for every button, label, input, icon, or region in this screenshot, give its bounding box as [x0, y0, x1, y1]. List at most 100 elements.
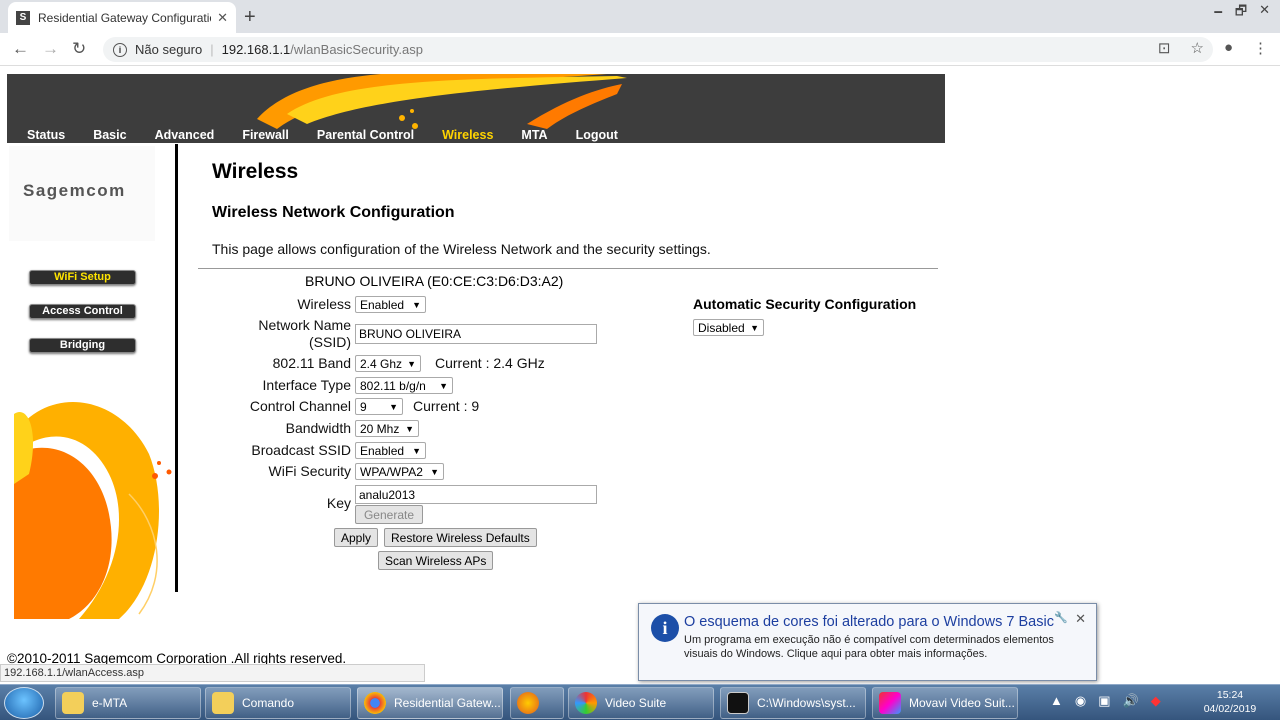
system-notification[interactable]: i O esquema de cores foi alterado para o…	[638, 603, 1097, 681]
wifi-security-select[interactable]: WPA/WPA2 ▼	[355, 463, 444, 480]
dropdown-arrow-icon: ▼	[405, 423, 414, 434]
key-input[interactable]: analu2013	[355, 485, 597, 504]
dropdown-arrow-icon: ▼	[412, 445, 421, 456]
profile-icon[interactable]: ●	[1224, 39, 1233, 57]
nav-status[interactable]: Status	[27, 128, 65, 142]
volume-icon[interactable]: 🔊	[1123, 693, 1139, 709]
status-bar-url: 192.168.1.1/wlanAccess.asp	[0, 664, 425, 682]
bandwidth-select[interactable]: 20 Mhz ▼	[355, 420, 419, 437]
taskbar-label: Residential Gatew...	[394, 696, 501, 710]
restore-defaults-button[interactable]: Restore Wireless Defaults	[384, 528, 537, 547]
device-name: BRUNO OLIVEIRA (E0:CE:C3:D6:D3:A2)	[305, 273, 564, 289]
minimize-icon[interactable]: 🗕	[1214, 2, 1223, 24]
ssid-input[interactable]: BRUNO OLIVEIRA	[355, 324, 597, 344]
back-icon[interactable]: ←	[12, 39, 29, 59]
network-icon[interactable]: ◉	[1075, 693, 1086, 709]
info-icon[interactable]: i	[113, 42, 127, 57]
auto-security-value: Disabled	[698, 320, 745, 335]
nav-wireless[interactable]: Wireless	[442, 128, 493, 142]
broadcast-ssid-value: Enabled	[360, 443, 405, 458]
terminal-icon	[727, 692, 749, 714]
generate-button[interactable]: Generate	[355, 505, 423, 524]
device-icon[interactable]: ▣	[1098, 693, 1110, 709]
chrome-icon	[364, 692, 386, 714]
taskbar-item-movavi[interactable]: Movavi Video Suit...	[872, 687, 1018, 719]
page-title: Wireless	[212, 160, 299, 183]
firefox-icon	[517, 692, 539, 714]
dropdown-arrow-icon: ▼	[750, 322, 759, 333]
wireless-select[interactable]: Enabled ▼	[355, 296, 426, 313]
taskbar-label: Movavi Video Suit...	[909, 696, 1015, 710]
reload-icon[interactable]: ↻	[72, 39, 86, 59]
start-button[interactable]	[4, 687, 44, 719]
dropdown-arrow-icon: ▼	[412, 299, 421, 310]
browser-tab[interactable]: S Residential Gateway Configuratio ✕	[8, 2, 236, 33]
close-tab-icon[interactable]: ✕	[217, 10, 228, 26]
taskbar-item-firefox[interactable]	[510, 687, 564, 719]
new-tab-icon[interactable]: +	[244, 6, 256, 29]
taskbar-label: Video Suite	[605, 696, 667, 710]
band-select[interactable]: 2.4 Ghz ▼	[355, 355, 421, 372]
folder-icon	[212, 692, 234, 714]
ssid-label: Network Name (SSID)	[220, 317, 351, 351]
nav-parental-control[interactable]: Parental Control	[317, 128, 414, 142]
dropdown-arrow-icon: ▼	[407, 358, 416, 369]
browser-toolbar: ← → ↻ i Não seguro | 192.168.1.1 /wlanBa…	[0, 33, 1280, 66]
apply-button[interactable]: Apply	[334, 528, 379, 547]
tray-expand-icon[interactable]: ▲	[1050, 693, 1063, 709]
sidebar-access-control[interactable]: Access Control	[29, 304, 136, 319]
site-favicon-icon: S	[16, 10, 30, 25]
interface-type-select[interactable]: 802.11 b/g/n ▼	[355, 377, 453, 394]
taskbar-item-emta[interactable]: e-MTA	[55, 687, 201, 719]
ssid-label-line2: (SSID)	[309, 334, 351, 350]
info-icon: i	[651, 614, 679, 642]
channel-value: 9	[360, 399, 367, 414]
restore-icon[interactable]: 🗗	[1235, 2, 1247, 24]
video-suite-icon	[575, 692, 597, 714]
taskbar-item-video-suite[interactable]: Video Suite	[568, 687, 714, 719]
taskbar-item-chrome[interactable]: Residential Gatew...	[357, 687, 503, 719]
nav-firewall[interactable]: Firewall	[242, 128, 289, 142]
settings-wrench-icon[interactable]: 🔧	[1054, 611, 1068, 624]
scan-aps-button[interactable]: Scan Wireless APs	[378, 551, 494, 570]
broadcast-ssid-select[interactable]: Enabled ▼	[355, 442, 426, 459]
tab-title: Residential Gateway Configuratio	[38, 10, 212, 25]
channel-select[interactable]: 9 ▼	[355, 398, 403, 415]
ssid-label-line1: Network Name	[258, 317, 351, 333]
sidebar-bridging[interactable]: Bridging	[29, 338, 136, 353]
taskbar-label: C:\Windows\syst...	[757, 696, 856, 710]
translate-icon[interactable]: ⊡	[1158, 39, 1171, 57]
nav-mta[interactable]: MTA	[521, 128, 547, 142]
bookmark-star-icon[interactable]: ☆	[1190, 39, 1203, 57]
horizontal-rule	[198, 268, 938, 269]
taskbar-item-comando[interactable]: Comando	[205, 687, 351, 719]
page-subtitle: Wireless Network Configuration	[212, 204, 455, 221]
system-tray: ▲ ◉ ▣ 🔊 ◆	[1050, 693, 1161, 709]
close-notification-icon[interactable]: ✕	[1075, 611, 1086, 627]
auto-security-title: Automatic Security Configuration	[693, 296, 917, 312]
bandwidth-label: Bandwidth	[285, 420, 351, 436]
antivirus-icon[interactable]: ◆	[1151, 693, 1161, 709]
divider-line	[175, 144, 178, 592]
auto-security-select[interactable]: Disabled ▼	[693, 319, 764, 336]
menu-icon[interactable]: ⋮	[1253, 39, 1268, 57]
nav-logout[interactable]: Logout	[576, 128, 618, 142]
windows-taskbar: e-MTA Comando Residential Gatew... Video…	[0, 684, 1280, 720]
url-path: /wlanBasicSecurity.asp	[290, 42, 424, 57]
close-window-icon[interactable]: ✕	[1259, 2, 1270, 24]
channel-current: Current : 9	[413, 398, 480, 414]
window-controls: 🗕 🗗 ✕	[1214, 2, 1270, 24]
sagemcom-logo: Sagemcom	[23, 181, 126, 200]
forward-icon[interactable]: →	[42, 39, 59, 59]
interface-type-label: Interface Type	[262, 377, 351, 393]
bandwidth-value: 20 Mhz	[360, 421, 400, 436]
taskbar-item-cmd[interactable]: C:\Windows\syst...	[720, 687, 866, 719]
page-viewport: Status Basic Advanced Firewall Parental …	[0, 66, 1280, 684]
nav-basic[interactable]: Basic	[93, 128, 126, 142]
sidebar-wifi-setup[interactable]: WiFi Setup	[29, 270, 136, 285]
clock-time: 15:24	[1216, 689, 1244, 701]
address-bar[interactable]: i Não seguro | 192.168.1.1 /wlanBasicSec…	[103, 37, 1213, 62]
clock[interactable]: 15:24 04/02/2019	[1200, 688, 1260, 716]
nav-advanced[interactable]: Advanced	[155, 128, 215, 142]
page-description: This page allows configuration of the Wi…	[212, 241, 711, 257]
